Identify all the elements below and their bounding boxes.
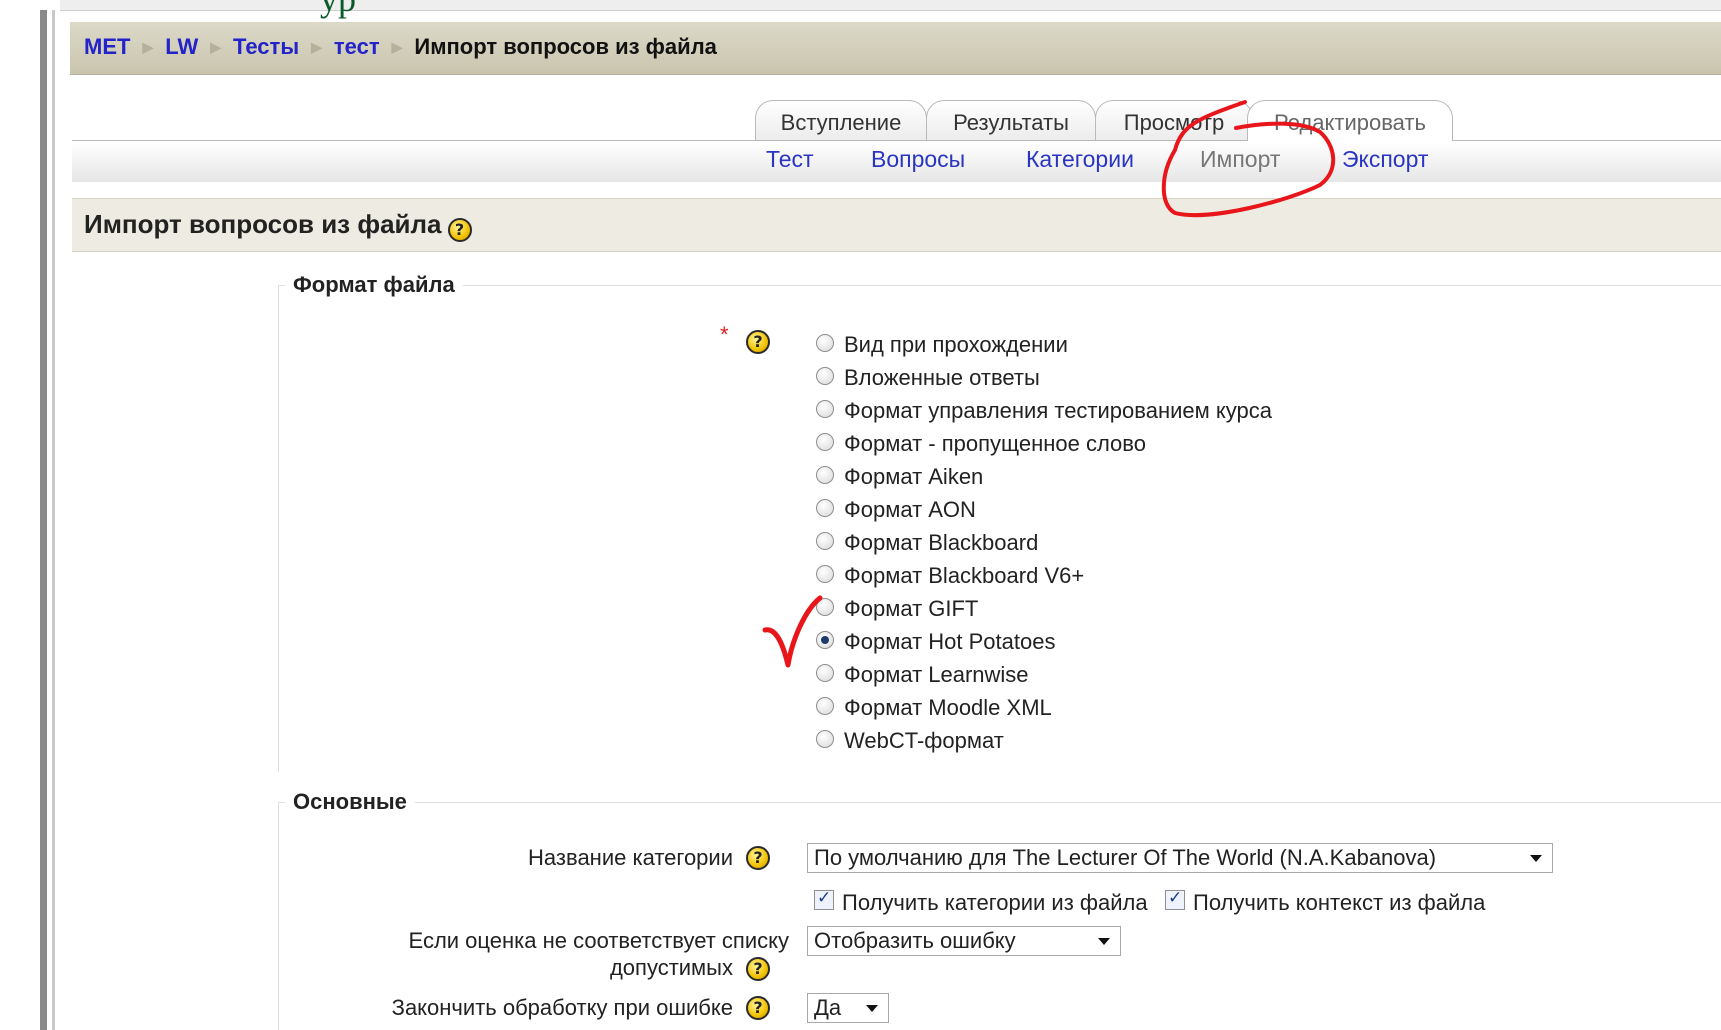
- category-select[interactable]: По умолчанию для The Lecturer Of The Wor…: [807, 843, 1553, 873]
- radio-button[interactable]: [816, 433, 834, 451]
- page-title: Импорт вопросов из файла?: [84, 209, 472, 242]
- tab-intro[interactable]: Вступление: [755, 100, 927, 140]
- page-title-text: Импорт вопросов из файла: [84, 209, 442, 239]
- get-categories-checkbox[interactable]: [814, 888, 834, 910]
- stop-on-error-label: Закончить обработку при ошибке: [391, 995, 733, 1020]
- breadcrumb-lw[interactable]: LW: [165, 34, 198, 59]
- help-icon[interactable]: ?: [746, 957, 770, 981]
- help-icon[interactable]: ?: [746, 330, 770, 354]
- breadcrumb-current: Импорт вопросов из файла: [414, 34, 717, 59]
- breadcrumb-separator-icon: ▶: [311, 39, 322, 55]
- radio-button[interactable]: [816, 367, 834, 385]
- breadcrumb-tests[interactable]: Тесты: [233, 34, 299, 59]
- help-icon[interactable]: ?: [746, 996, 770, 1020]
- tab-preview[interactable]: Просмотр: [1095, 100, 1253, 140]
- radio-button[interactable]: [816, 400, 834, 418]
- subtab-import[interactable]: Импорт: [1200, 146, 1280, 173]
- help-icon[interactable]: ?: [447, 218, 472, 242]
- radio-button[interactable]: [816, 334, 834, 352]
- breadcrumb-met[interactable]: МЕТ: [84, 34, 130, 59]
- radio-button[interactable]: [816, 664, 834, 682]
- tab-results[interactable]: Результаты: [926, 100, 1096, 140]
- chevron-down-icon: [1530, 855, 1542, 862]
- chevron-down-icon: [866, 1005, 878, 1012]
- radio-button[interactable]: [816, 730, 834, 748]
- window-top-strip: [60, 0, 1721, 11]
- window-left-border: [40, 10, 47, 1030]
- breadcrumb-separator-icon: ▶: [391, 39, 403, 55]
- breadcrumb-test[interactable]: тест: [334, 34, 380, 59]
- breadcrumb-separator-icon: ▶: [142, 39, 154, 55]
- breadcrumb: МЕТ ▶ LW ▶ Тесты ▶ тест ▶ Импорт вопросов из фай…: [84, 34, 717, 60]
- header-fragment: ур: [320, 0, 356, 20]
- subtab-export[interactable]: Экспорт: [1342, 146, 1428, 173]
- get-context-checkbox[interactable]: [1165, 888, 1185, 910]
- get-categories-label: Получить категории из файла: [842, 890, 1148, 915]
- radio-button[interactable]: [816, 466, 834, 484]
- category-select-value: По умолчанию для The Lecturer Of The Wor…: [814, 845, 1437, 870]
- category-label: Название категории: [528, 845, 733, 870]
- tab-edit[interactable]: Редактировать: [1247, 100, 1453, 141]
- required-mark: *: [720, 322, 729, 347]
- subtab-quiz[interactable]: Тест: [766, 146, 814, 173]
- subtab-categories[interactable]: Категории: [1026, 146, 1134, 173]
- radio-button[interactable]: [816, 697, 834, 715]
- grade-mismatch-select[interactable]: Отобразить ошибку: [807, 926, 1121, 956]
- radio-button-checked[interactable]: [816, 631, 834, 649]
- help-icon[interactable]: ?: [746, 846, 770, 870]
- screen: ур МЕТ ▶ LW ▶ Тесты ▶ тест ▶ Импорт вопросов из …: [0, 0, 1721, 1030]
- radio-button[interactable]: [816, 532, 834, 550]
- radio-button[interactable]: [816, 565, 834, 583]
- radio-button[interactable]: [816, 499, 834, 517]
- grade-mismatch-label-line2: допустимых: [609, 955, 733, 980]
- breadcrumb-separator-icon: ▶: [210, 39, 222, 55]
- file-format-legend: Формат файла: [285, 272, 463, 298]
- stop-on-error-select[interactable]: Да: [807, 993, 889, 1023]
- chevron-down-icon: [1098, 938, 1110, 945]
- grade-mismatch-label: Если оценка не соответствует списку: [408, 928, 789, 953]
- general-legend: Основные: [285, 789, 415, 815]
- subtab-questions[interactable]: Вопросы: [871, 146, 965, 173]
- stop-on-error-select-value: Да: [814, 995, 842, 1020]
- get-context-label: Получить контекст из файла: [1193, 890, 1486, 915]
- radio-button[interactable]: [816, 598, 834, 616]
- window-left-border-inner: [52, 10, 55, 1030]
- grade-mismatch-select-value: Отобразить ошибку: [814, 928, 1016, 953]
